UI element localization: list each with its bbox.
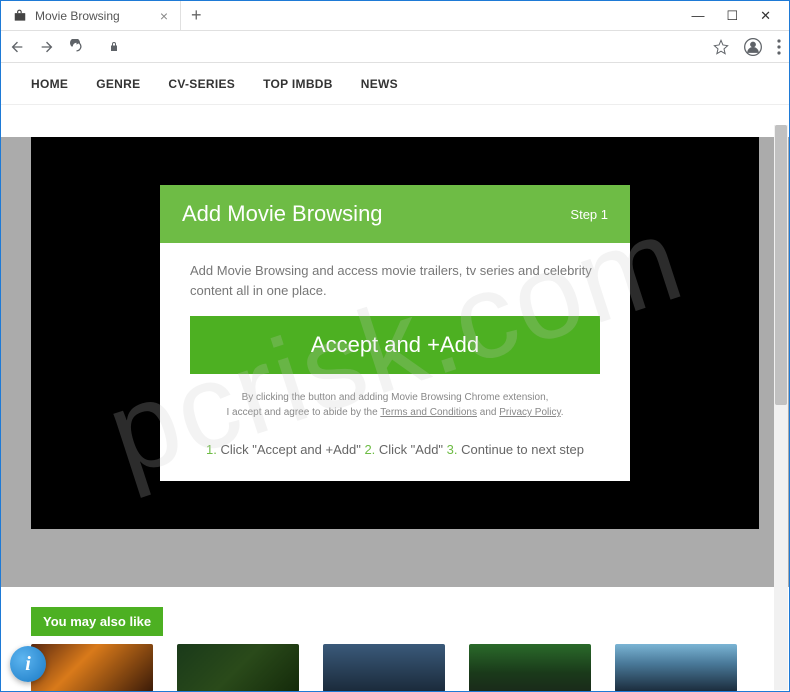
site-nav: HOME GENRE CV-SERIES TOP IMBDB NEWS xyxy=(1,63,789,105)
kebab-menu-icon[interactable] xyxy=(777,39,781,55)
recommendations-section: You may also like xyxy=(1,587,789,691)
movie-thumbnail[interactable] xyxy=(323,644,445,691)
section-label: You may also like xyxy=(31,607,163,636)
forward-button[interactable] xyxy=(39,39,55,55)
browser-window: Movie Browsing × + — ☐ ✕ HOME GENRE CV-S… xyxy=(0,0,790,692)
accept-add-button[interactable]: Accept and +Add xyxy=(190,316,600,374)
titlebar: Movie Browsing × + — ☐ ✕ xyxy=(1,1,789,31)
address-bar[interactable] xyxy=(98,35,699,59)
tab-close-icon[interactable]: × xyxy=(160,8,168,24)
tab-title: Movie Browsing xyxy=(35,9,152,23)
movie-thumbnail[interactable] xyxy=(177,644,299,691)
nav-home[interactable]: HOME xyxy=(31,77,68,91)
thumbnail-row xyxy=(1,644,789,691)
nav-genre[interactable]: GENRE xyxy=(96,77,140,91)
terms-link[interactable]: Terms and Conditions xyxy=(380,407,477,418)
modal-header: Add Movie Browsing Step 1 xyxy=(160,185,630,243)
modal-steps: 1. Click "Accept and +Add" 2. Click "Add… xyxy=(190,442,600,457)
modal-step: Step 1 xyxy=(570,207,608,222)
info-badge-icon[interactable]: i xyxy=(10,646,46,682)
reload-button[interactable] xyxy=(69,39,84,54)
nav-cv-series[interactable]: CV-SERIES xyxy=(168,77,235,91)
modal-disclaimer: By clicking the button and adding Movie … xyxy=(190,390,600,420)
video-player-area: Add Movie Browsing Step 1 Add Movie Brow… xyxy=(31,137,759,529)
lock-icon xyxy=(108,41,120,53)
hero-area: Add Movie Browsing Step 1 Add Movie Brow… xyxy=(1,137,789,587)
bookmark-star-icon[interactable] xyxy=(713,39,729,55)
browser-toolbar xyxy=(1,31,789,63)
scrollbar-thumb[interactable] xyxy=(775,125,787,405)
nav-news[interactable]: NEWS xyxy=(361,77,398,91)
nav-top-imbdb[interactable]: TOP IMBDB xyxy=(263,77,333,91)
privacy-link[interactable]: Privacy Policy xyxy=(499,407,561,418)
window-controls: — ☐ ✕ xyxy=(691,8,789,24)
movie-thumbnail[interactable] xyxy=(31,644,153,691)
new-tab-button[interactable]: + xyxy=(181,5,212,26)
back-button[interactable] xyxy=(9,39,25,55)
modal-body: Add Movie Browsing and access movie trai… xyxy=(160,243,630,481)
minimize-button[interactable]: — xyxy=(691,8,704,24)
movie-thumbnail[interactable] xyxy=(615,644,737,691)
profile-icon[interactable] xyxy=(743,37,763,57)
scrollbar-track[interactable] xyxy=(774,125,788,690)
install-modal: Add Movie Browsing Step 1 Add Movie Brow… xyxy=(160,185,630,481)
movie-thumbnail[interactable] xyxy=(469,644,591,691)
modal-description: Add Movie Browsing and access movie trai… xyxy=(190,261,600,300)
page-content: HOME GENRE CV-SERIES TOP IMBDB NEWS Add … xyxy=(1,63,789,691)
tab-favicon xyxy=(13,9,27,23)
browser-tab[interactable]: Movie Browsing × xyxy=(1,1,181,31)
gray-strip xyxy=(31,529,759,587)
close-button[interactable]: ✕ xyxy=(760,8,771,24)
maximize-button[interactable]: ☐ xyxy=(726,8,738,24)
modal-title: Add Movie Browsing xyxy=(182,201,383,227)
